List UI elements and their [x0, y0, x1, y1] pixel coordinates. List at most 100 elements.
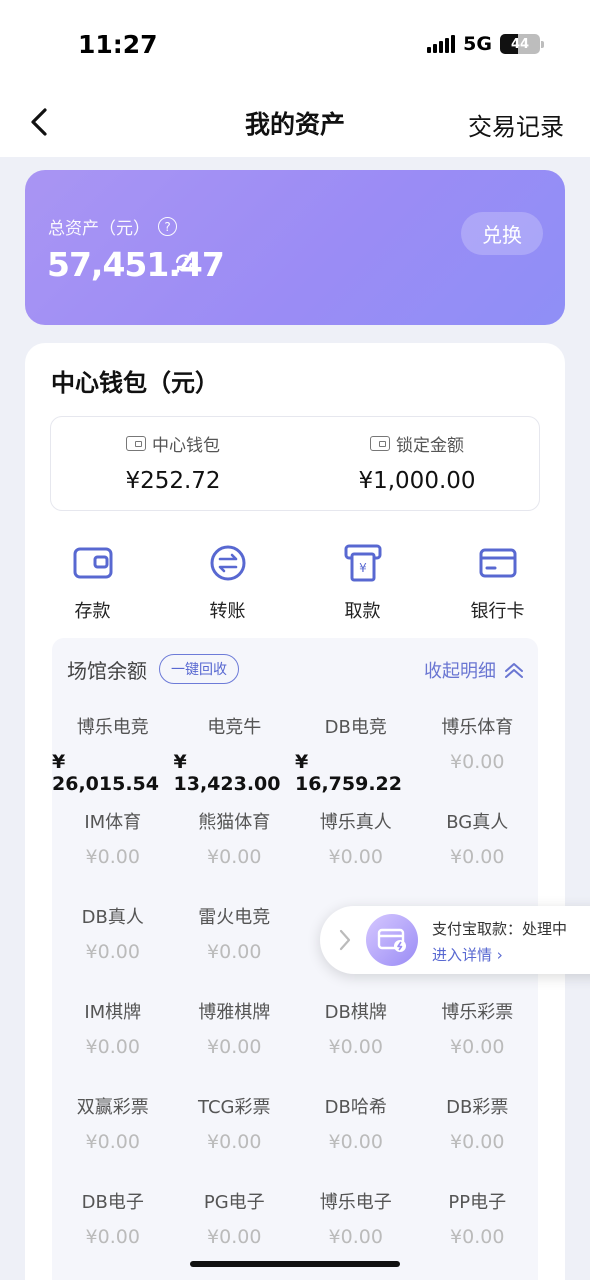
deposit-button[interactable]: 存款	[25, 543, 160, 623]
bank-card-icon	[478, 543, 518, 583]
view-details-link[interactable]: 进入详情 ›	[432, 944, 503, 965]
balance-label-row: 中心钱包	[126, 431, 220, 456]
venue-name: 电竞牛	[207, 717, 262, 738]
transfer-icon	[208, 543, 248, 583]
venue-item: PP电子 ¥0.00	[417, 1188, 539, 1256]
venue-item: 博乐彩票 ¥0.00	[417, 998, 539, 1066]
venue-name: 博乐电子	[319, 1192, 392, 1213]
venue-amount: ¥0.00	[450, 1131, 505, 1153]
balance-label: 锁定金额	[396, 436, 464, 456]
battery-level: 44	[510, 36, 530, 52]
signal-icon	[427, 35, 456, 53]
venue-name: DB电竞	[324, 717, 387, 738]
venue-amount: ¥0.00	[207, 1226, 262, 1248]
venue-amount: ¥0.00	[450, 751, 505, 773]
wallet-icon	[126, 436, 146, 451]
venue-item: DB电子 ¥0.00	[52, 1188, 174, 1256]
help-icon[interactable]: ?	[158, 217, 177, 236]
venue-name: BG真人	[446, 812, 509, 833]
bank-card-button[interactable]: 银行卡	[430, 543, 565, 623]
venue-name: 熊猫体育	[198, 812, 271, 833]
venue-item: 博乐真人 ¥0.00	[295, 808, 417, 876]
venue-item: 电竞牛 ¥ 13,423.00	[174, 713, 296, 795]
action-label: 存款	[74, 601, 111, 622]
venue-amount: ¥0.00	[207, 846, 262, 868]
chevron-right-icon: ›	[496, 946, 503, 964]
home-indicator[interactable]	[190, 1261, 400, 1267]
venue-amount: ¥0.00	[85, 941, 140, 963]
toast-link-label: 进入详情	[432, 946, 493, 964]
wallet-icon	[73, 543, 113, 583]
venue-amount: ¥0.00	[450, 846, 505, 868]
venue-grid: 博乐电竞 ¥ 26,015.54 电竞牛 ¥ 13,423.00 DB电竞 ¥ 16,75…	[52, 713, 538, 1256]
venue-item: DB彩票 ¥0.00	[417, 1093, 539, 1161]
toast-title: 支付宝取款：处理中	[432, 920, 568, 938]
nav-bar: 我的资产 交易记录	[0, 85, 590, 157]
venue-item: 博乐体育 ¥0.00	[417, 713, 539, 781]
venue-name: PG电子	[203, 1192, 265, 1213]
venue-item: IM棋牌 ¥0.00	[52, 998, 174, 1066]
venue-item: TCG彩票 ¥0.00	[174, 1093, 296, 1161]
venue-item: 熊猫体育 ¥0.00	[174, 808, 296, 876]
venue-item: 双赢彩票 ¥0.00	[52, 1093, 174, 1161]
venue-amount: ¥0.00	[450, 1036, 505, 1058]
withdraw-status-toast[interactable]: 支付宝取款：处理中 进入详情 ›	[320, 906, 590, 974]
action-label: 转账	[209, 601, 246, 622]
center-wallet-section: 中心钱包（元） 中心钱包 ¥252.72 锁定金额 ¥1,000.00 存款 转…	[25, 343, 565, 1280]
venue-item: 雷火电竞 ¥0.00	[174, 903, 296, 971]
venue-amount: ¥0.00	[328, 1131, 383, 1153]
venue-item: DB棋牌 ¥0.00	[295, 998, 417, 1066]
venue-name: DB电子	[81, 1192, 144, 1213]
total-assets-label-row: 总资产（元） ?	[48, 214, 177, 239]
balance-label: 中心钱包	[152, 436, 220, 456]
venue-name: TCG彩票	[198, 1097, 271, 1118]
total-assets-card: 总资产（元） ? 57,451.47 兑换	[25, 170, 565, 325]
balance-value: ¥1,000.00	[358, 468, 476, 494]
svg-text:¥: ¥	[359, 561, 367, 575]
venue-name: PP电子	[448, 1192, 507, 1213]
venue-name: DB真人	[81, 907, 144, 928]
battery-tip	[541, 40, 544, 48]
venue-name: 博乐体育	[441, 717, 514, 738]
venue-name: 博乐真人	[319, 812, 392, 833]
venue-amount: ¥0.00	[85, 1036, 140, 1058]
one-click-recycle-button[interactable]: 一键回收	[159, 654, 239, 684]
chevron-right-icon[interactable]	[338, 928, 352, 952]
venue-item: 博乐电竞 ¥ 26,015.54	[52, 713, 174, 795]
withdraw-button[interactable]: ¥ 取款	[295, 543, 430, 623]
venue-name: DB哈希	[324, 1097, 387, 1118]
venue-name: IM棋牌	[84, 1002, 142, 1023]
venue-name: 博乐电竞	[76, 717, 149, 738]
venue-amount: ¥0.00	[328, 1226, 383, 1248]
venue-item: IM体育 ¥0.00	[52, 808, 174, 876]
wallet-actions: 存款 转账 ¥ 取款 银行卡	[25, 543, 565, 623]
center-wallet-balance: 中心钱包 ¥252.72	[51, 417, 295, 510]
locked-amount-balance: 锁定金额 ¥1,000.00	[295, 417, 539, 510]
transaction-history-link[interactable]: 交易记录	[468, 107, 564, 142]
atm-withdraw-icon: ¥	[343, 543, 383, 583]
venue-name: DB棋牌	[324, 1002, 387, 1023]
venue-header: 场馆余额 一键回收	[67, 654, 239, 684]
exchange-button[interactable]: 兑换	[461, 212, 543, 255]
venue-name: 博雅棋牌	[198, 1002, 271, 1023]
venue-name: 雷火电竞	[198, 907, 271, 928]
action-label: 取款	[344, 601, 381, 622]
venue-amount: ¥0.00	[85, 1226, 140, 1248]
double-chevron-up-icon	[505, 663, 523, 678]
venue-amount: ¥ 13,423.00	[173, 751, 281, 795]
venue-name: IM体育	[84, 812, 142, 833]
venue-item: DB电竞 ¥ 16,759.22	[295, 713, 417, 795]
collapse-details-link[interactable]: 收起明细	[424, 657, 524, 683]
total-assets-amount: 57,451.47	[47, 245, 225, 284]
status-time: 11:27	[78, 30, 158, 59]
transfer-button[interactable]: 转账	[160, 543, 295, 623]
refresh-icon[interactable]	[173, 252, 195, 274]
venue-amount: ¥0.00	[85, 1131, 140, 1153]
collapse-label: 收起明细	[424, 661, 496, 682]
venue-item: 博乐电子 ¥0.00	[295, 1188, 417, 1256]
card-status-icon	[366, 914, 418, 966]
venue-item: BG真人 ¥0.00	[417, 808, 539, 876]
total-assets-label: 总资产（元）	[48, 219, 150, 239]
venue-amount: ¥0.00	[207, 1131, 262, 1153]
venue-name: 博乐彩票	[441, 1002, 514, 1023]
